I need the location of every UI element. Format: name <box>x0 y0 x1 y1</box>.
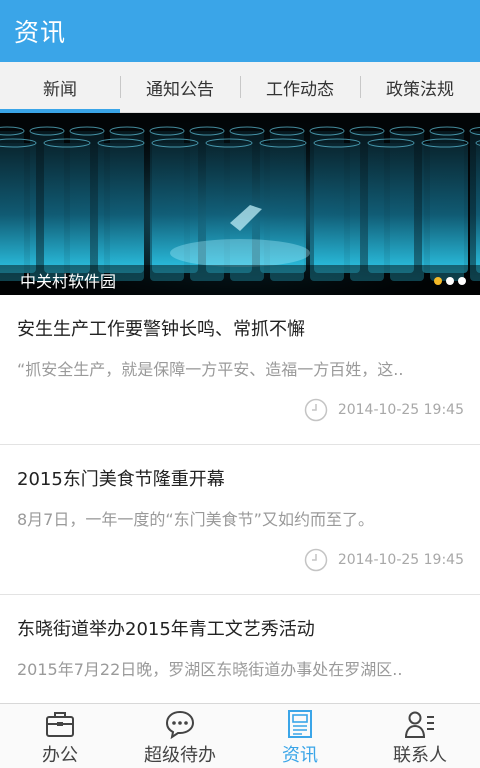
news-title: 安生生产工作要警钟长鸣、常抓不懈 <box>17 319 305 340</box>
tab-label: 通知公告 <box>146 79 214 100</box>
clock-icon <box>304 398 328 422</box>
briefcase-icon <box>46 712 74 737</box>
tab-label: 政策法规 <box>386 79 454 100</box>
carousel-dot[interactable] <box>446 277 454 285</box>
nav-label: 办公 <box>42 745 78 766</box>
list-item[interactable]: 2015东门美食节隆重开幕 8月7日，一年一度的“东门美食节”又如约而至了。 2… <box>0 445 480 595</box>
carousel-indicators <box>434 277 466 285</box>
tab-news[interactable]: 新闻 <box>0 62 120 113</box>
bottom-navigation: 办公 超级待办 资讯 联系人 <box>0 703 480 768</box>
tab-policies[interactable]: 政策法规 <box>360 62 480 112</box>
news-time: 2014-10-25 19:45 <box>337 402 464 418</box>
nav-news[interactable]: 资讯 <box>240 704 360 768</box>
news-meta: 2014-10-25 19:45 <box>304 548 464 572</box>
nav-label: 超级待办 <box>144 745 216 766</box>
app-header: 资讯 <box>0 0 480 62</box>
glass-tube-shape <box>98 143 144 273</box>
glass-tube-shape <box>476 143 480 273</box>
tab-label: 新闻 <box>43 79 77 100</box>
tab-label: 工作动态 <box>266 79 334 100</box>
news-summary: 2015年7月22日晚，罗湖区东晓街道办事处在罗湖区.. <box>17 660 403 679</box>
glass-tube-shape <box>314 143 360 273</box>
banner-caption-text: 中关村软件园 <box>20 272 117 291</box>
news-title: 东晓街道举办2015年青工文艺秀活动 <box>17 619 315 640</box>
news-title: 2015东门美食节隆重开幕 <box>17 469 225 490</box>
news-summary: 8月7日，一年一度的“东门美食节”又如约而至了。 <box>17 510 374 529</box>
glass-tube-shape <box>44 143 90 273</box>
nav-super-todo[interactable]: 超级待办 <box>120 704 240 768</box>
page-title: 资讯 <box>14 18 67 47</box>
list-item[interactable]: 安生生产工作要警钟长鸣、常抓不懈 “抓安全生产，就是保障一方平安、造福一方百姓，… <box>0 295 480 445</box>
glass-tube-shape <box>422 143 468 273</box>
banner-caption: 中关村软件园 <box>0 265 480 295</box>
newspaper-icon <box>288 710 312 738</box>
glass-tube-shape <box>368 143 414 273</box>
news-list: 安生生产工作要警钟长鸣、常抓不懈 “抓安全生产，就是保障一方平安、造福一方百姓，… <box>0 295 480 745</box>
news-time: 2014-10-25 19:45 <box>337 552 464 568</box>
tab-notices[interactable]: 通知公告 <box>120 62 240 112</box>
clock-icon <box>304 548 328 572</box>
nav-contacts[interactable]: 联系人 <box>360 704 480 768</box>
carousel-dot[interactable] <box>458 277 466 285</box>
nav-label: 联系人 <box>393 745 447 766</box>
tab-work-updates[interactable]: 工作动态 <box>240 62 360 112</box>
category-tabs: 新闻 通知公告 工作动态 政策法规 <box>0 62 480 113</box>
news-meta: 2014-10-25 19:45 <box>304 398 464 422</box>
chat-bubble-icon <box>165 710 195 739</box>
news-summary: “抓安全生产，就是保障一方平安、造福一方百姓，这.. <box>17 360 404 379</box>
glass-tube-shape <box>0 143 36 273</box>
carousel-dot[interactable] <box>434 277 442 285</box>
nav-label: 资讯 <box>282 745 318 766</box>
banner-carousel[interactable]: 中关村软件园 <box>0 113 480 295</box>
contacts-icon <box>404 711 434 738</box>
nav-office[interactable]: 办公 <box>0 704 120 768</box>
